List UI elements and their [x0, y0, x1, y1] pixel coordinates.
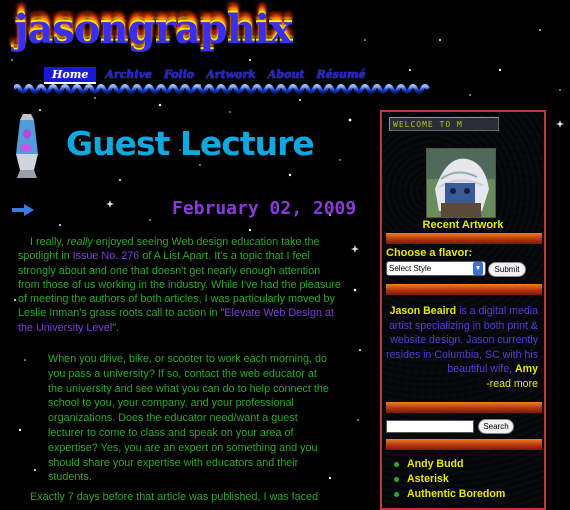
emphasis: really — [67, 236, 93, 248]
recent-artwork-thumbnail[interactable] — [426, 148, 496, 218]
lava-lamp-icon — [16, 114, 38, 178]
sidebar: WELCOME TO M Recent Artwork Choose a fla… — [380, 110, 546, 510]
search-input[interactable] — [386, 420, 474, 433]
post-paragraph-next: Exactly 7 days before that article was p… — [30, 491, 319, 503]
link-asterisk[interactable]: Asterisk — [407, 472, 449, 487]
recent-artwork-link[interactable]: Recent Artwork — [382, 219, 544, 231]
style-select-value: Select Style — [389, 264, 432, 273]
list-item[interactable]: Andy Budd — [394, 457, 505, 472]
site-logo[interactable]: jasongraphix — [14, 6, 293, 53]
bio-name-link[interactable]: Jason Beaird — [390, 305, 457, 317]
chevron-down-icon: ▼ — [473, 262, 483, 275]
wave-divider — [14, 84, 430, 94]
link-andy-budd[interactable]: Andy Budd — [407, 457, 464, 472]
arrow-icon — [12, 204, 34, 216]
divider-bar — [386, 439, 542, 450]
list-item[interactable]: Asterisk — [394, 472, 505, 487]
divider-bar — [386, 233, 542, 244]
divider-bar — [386, 284, 542, 295]
text: ". — [112, 321, 120, 334]
welcome-marquee: WELCOME TO M — [389, 117, 499, 131]
divider-bar — [386, 402, 542, 413]
style-select[interactable]: Select Style ▼ — [386, 261, 486, 276]
author-bio: Jason Beaird is a digital media artist s… — [386, 304, 538, 392]
bullet-icon — [394, 462, 399, 467]
style-switcher-label: Choose a flavor: — [386, 247, 473, 259]
blockquote: When you drive, bike, or scooter to work… — [48, 353, 329, 484]
post-date: February 02, 2009 — [172, 198, 357, 219]
artwork-image — [427, 149, 495, 217]
links-list: Andy Budd Asterisk Authentic Boredom — [394, 457, 505, 502]
bullet-icon — [394, 477, 399, 482]
read-more-link[interactable]: -read more — [486, 378, 538, 390]
bio-wife-link[interactable]: Amy — [515, 363, 538, 375]
bullet-icon — [394, 492, 399, 497]
link-issue-276[interactable]: Issue No. 276 — [73, 250, 140, 262]
post-paragraph: I really, really enjoyed seeing Web desi… — [18, 235, 344, 335]
submit-button[interactable]: Submit — [488, 262, 526, 277]
search-button[interactable]: Search — [478, 419, 514, 434]
post-title: Guest Lecture — [66, 124, 315, 163]
text: I really, — [30, 236, 67, 248]
